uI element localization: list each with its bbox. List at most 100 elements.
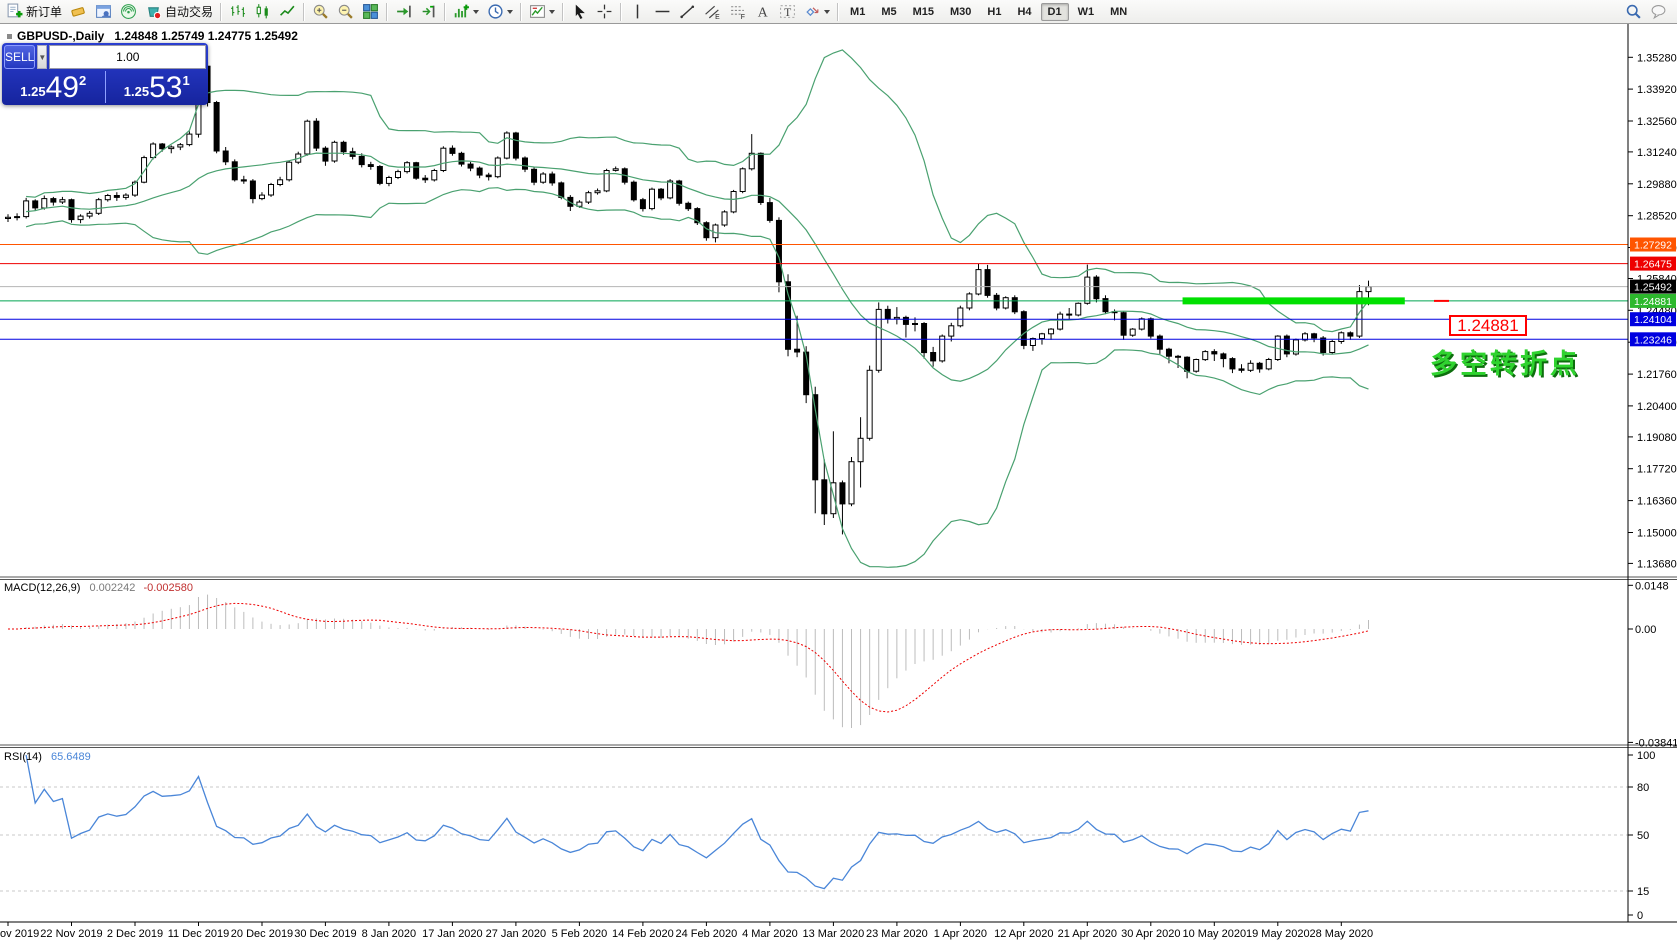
candle-body bbox=[1238, 368, 1245, 371]
new-order-button[interactable]: 新订单 bbox=[2, 0, 66, 23]
candle-body bbox=[1365, 286, 1372, 293]
macd-indicator-label: MACD(12,26,9) 0.002242 -0.002580 bbox=[4, 582, 193, 594]
trade-panel-controls: SELL ▼ ▲ BUY bbox=[2, 43, 208, 69]
candle-body bbox=[1129, 328, 1136, 336]
crosshair-button[interactable] bbox=[592, 0, 617, 23]
horizontal-line-button[interactable] bbox=[650, 0, 675, 23]
volume-input[interactable] bbox=[49, 45, 207, 69]
svg-text:F: F bbox=[741, 14, 745, 20]
templates-button[interactable] bbox=[525, 0, 559, 23]
price-level-label[interactable]: 1.24881 bbox=[1449, 314, 1527, 336]
svg-text:15: 15 bbox=[1637, 886, 1649, 898]
toolbar-right-icons bbox=[1621, 0, 1675, 23]
timeframe-H1-button[interactable]: H1 bbox=[980, 3, 1008, 21]
toolbar-separator bbox=[520, 2, 523, 21]
candle-body bbox=[893, 316, 900, 320]
periods-icon bbox=[488, 4, 503, 19]
timeframe-H4-button[interactable]: H4 bbox=[1010, 3, 1038, 21]
chevron-down-icon[interactable] bbox=[473, 9, 480, 14]
candle-body bbox=[50, 198, 57, 203]
gold-bar-button[interactable] bbox=[66, 0, 91, 23]
date-tick-label: 10 May 2020 bbox=[1182, 928, 1246, 940]
candle-body bbox=[32, 200, 39, 209]
date-tick-label: 17 Jan 2020 bbox=[422, 928, 483, 940]
fibonacci-button[interactable]: F bbox=[725, 0, 750, 23]
buy-price[interactable]: 1.25 53 1 bbox=[106, 69, 209, 105]
timeframe-M1-button[interactable]: M1 bbox=[843, 3, 872, 21]
candle-chart-button[interactable] bbox=[250, 0, 275, 23]
price-chart-canvas[interactable]: 1.35280 1.33920 1.32560 1.31240 1.29880 1.285… bbox=[0, 24, 1677, 942]
charts-window-button[interactable] bbox=[91, 0, 116, 23]
timeframe-M15-button[interactable]: M15 bbox=[906, 3, 941, 21]
candle-body bbox=[268, 184, 275, 196]
candle-body bbox=[1247, 362, 1254, 371]
shapes-button[interactable] bbox=[800, 0, 834, 23]
sell-button[interactable]: SELL bbox=[4, 45, 36, 69]
cursor-button[interactable] bbox=[567, 0, 592, 23]
autotrading-button[interactable]: 自动交易 bbox=[141, 0, 217, 23]
date-tick-label: 28 May 2020 bbox=[1309, 928, 1373, 940]
candle-body bbox=[721, 211, 728, 226]
candle-body bbox=[340, 141, 347, 153]
chevron-down-icon[interactable] bbox=[824, 9, 831, 14]
main-toolbar: 新订单 自动交易 E F A T M1 M5 M15 M30 H1 H4 D1 W1 MN bbox=[0, 0, 1677, 24]
rsi-value: 65.6489 bbox=[50, 751, 91, 763]
candle-body bbox=[540, 173, 547, 183]
candle-body bbox=[866, 369, 873, 439]
channel-button[interactable]: E bbox=[700, 0, 725, 23]
volume-decrease-button[interactable]: ▼ bbox=[37, 45, 48, 69]
chart-window[interactable]: 1.35280 1.33920 1.32560 1.31240 1.29880 1.285… bbox=[0, 24, 1677, 942]
timeframe-M30-button[interactable]: M30 bbox=[943, 3, 978, 21]
line-chart-button[interactable] bbox=[275, 0, 300, 23]
timeframe-M5-button[interactable]: M5 bbox=[874, 3, 903, 21]
candle-body bbox=[1002, 297, 1009, 309]
date-tick-label: 11 Dec 2019 bbox=[168, 928, 230, 940]
text-label-button[interactable]: T bbox=[775, 0, 800, 23]
candle-body bbox=[141, 157, 148, 183]
price-tick-label: 1.31240 bbox=[1637, 147, 1677, 159]
vertical-line-icon bbox=[636, 4, 639, 19]
bar-chart-button[interactable] bbox=[225, 0, 250, 23]
svg-text:T: T bbox=[784, 6, 791, 19]
zoom-in-button[interactable] bbox=[308, 0, 333, 23]
tile-windows-button[interactable] bbox=[358, 0, 383, 23]
candle-body bbox=[1075, 302, 1082, 316]
trendline-icon bbox=[680, 5, 695, 19]
date-tick-label: 5 Feb 2020 bbox=[552, 928, 608, 940]
rsi-indicator-label: RSI(14) 65.6489 bbox=[4, 751, 91, 763]
svg-text:1.23246: 1.23246 bbox=[1634, 334, 1672, 346]
indicators-button[interactable] bbox=[449, 0, 483, 23]
signal-button[interactable] bbox=[116, 0, 141, 23]
candle-body bbox=[313, 120, 320, 149]
price-tick-label: 1.19080 bbox=[1637, 432, 1677, 444]
chevron-down-icon[interactable] bbox=[507, 9, 514, 14]
sell-price[interactable]: 1.25 49 2 bbox=[2, 69, 105, 105]
timeframe-W1-button[interactable]: W1 bbox=[1071, 3, 1102, 21]
timeframe-D1-button[interactable]: D1 bbox=[1040, 2, 1069, 21]
candle-body bbox=[1175, 355, 1182, 358]
vertical-line-button[interactable] bbox=[625, 0, 650, 23]
toolbar-separator bbox=[620, 2, 623, 21]
timeframe-MN-button[interactable]: MN bbox=[1103, 3, 1134, 21]
price-badge-1.26475: 1.26475 bbox=[1630, 256, 1676, 271]
search-button[interactable] bbox=[1621, 0, 1646, 23]
auto-scroll-button[interactable] bbox=[391, 0, 416, 23]
candle-body bbox=[1011, 297, 1018, 313]
tile-windows-icon bbox=[363, 4, 378, 19]
candle-body bbox=[1347, 332, 1354, 337]
candle-body bbox=[77, 215, 84, 221]
periods-button[interactable] bbox=[483, 0, 517, 23]
macd-signal-line bbox=[8, 602, 1369, 713]
chart-title-icon bbox=[7, 33, 12, 39]
line-chart-icon bbox=[280, 5, 295, 16]
price-badge-1.27292: 1.27292 bbox=[1630, 237, 1676, 252]
chat-button[interactable] bbox=[1646, 0, 1671, 23]
chevron-down-icon[interactable] bbox=[549, 9, 556, 14]
trendline-button[interactable] bbox=[675, 0, 700, 23]
text-button[interactable]: A bbox=[750, 0, 775, 23]
chart-shift-button[interactable] bbox=[416, 0, 441, 23]
channel-icon: E bbox=[705, 5, 720, 20]
candle-body bbox=[422, 177, 429, 181]
zoom-out-button[interactable] bbox=[333, 0, 358, 23]
autotrading-icon bbox=[148, 7, 162, 20]
